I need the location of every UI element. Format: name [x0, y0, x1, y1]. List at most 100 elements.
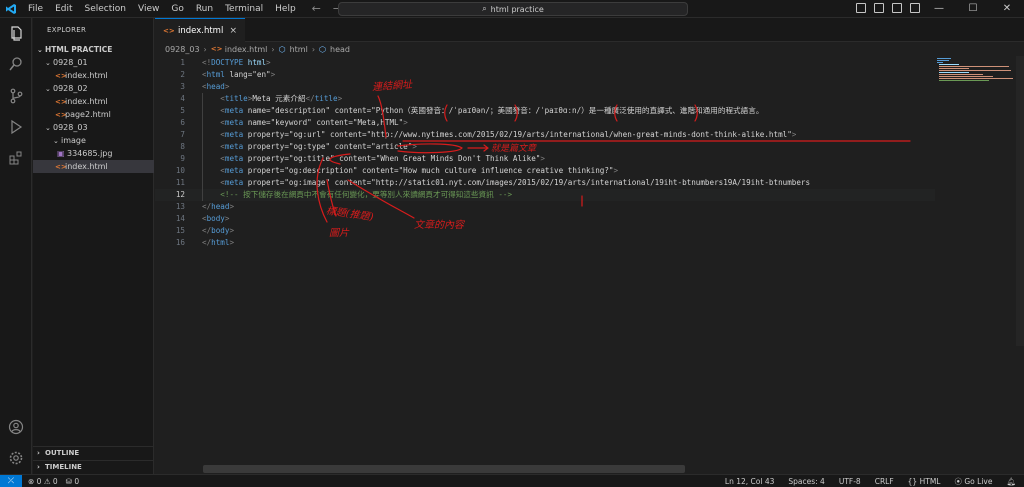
- tree-item-label: 0928_03: [53, 123, 88, 132]
- tree-item-label: image: [61, 136, 86, 145]
- menu-bar: File Edit Selection View Go Run Terminal…: [22, 0, 302, 18]
- search-sidebar-icon[interactable]: [6, 54, 26, 74]
- tree-file[interactable]: ▣ 334685.jpg: [33, 147, 154, 160]
- chevron-right-icon: ›: [311, 44, 316, 54]
- code-text: <head>: [202, 82, 230, 91]
- code-line[interactable]: 2 <html lang="en">: [155, 69, 935, 81]
- menu-view[interactable]: View: [132, 0, 165, 18]
- annotation-description: 文章的內容: [414, 220, 464, 231]
- breadcrumb-file[interactable]: index.html: [225, 45, 268, 54]
- menu-run[interactable]: Run: [190, 0, 219, 18]
- settings-gear-icon[interactable]: [6, 448, 26, 468]
- line-number: 16: [175, 238, 185, 247]
- code-line[interactable]: 10 <meta propert="og:description" conten…: [155, 165, 935, 177]
- tab-index-html[interactable]: <> index.html ×: [155, 18, 245, 42]
- close-button[interactable]: ✕: [990, 0, 1024, 18]
- vertical-scrollbar[interactable]: [1016, 56, 1024, 346]
- code-line[interactable]: 7 <meta property="og:url" content="http:…: [155, 129, 935, 141]
- code-line[interactable]: 16 </html>: [155, 237, 935, 249]
- menu-terminal[interactable]: Terminal: [219, 0, 269, 18]
- close-tab-icon[interactable]: ×: [229, 26, 237, 36]
- problems-status[interactable]: ⊗ 0 ⚠ 0: [28, 477, 58, 486]
- tree-folder[interactable]: ⌄ 0928_01: [33, 56, 154, 69]
- timeline-section[interactable]: › TIMELINE: [33, 460, 154, 473]
- html-file-icon: <>: [55, 163, 67, 171]
- customize-layout-icon[interactable]: [910, 3, 920, 13]
- chevron-right-icon: ›: [37, 463, 40, 471]
- code-text: </body>: [202, 226, 235, 235]
- account-icon[interactable]: [6, 417, 26, 437]
- broadcast-icon: ⦿: [954, 477, 962, 486]
- tree-file-selected[interactable]: <>index.html: [33, 160, 154, 173]
- tree-folder[interactable]: ⌄ 0928_02: [33, 82, 154, 95]
- code-line[interactable]: 5 <meta name="description" content="Pyth…: [155, 105, 935, 117]
- workspace-root[interactable]: ⌄ HTML PRACTICE: [33, 43, 154, 56]
- menu-edit[interactable]: Edit: [49, 0, 78, 18]
- code-line[interactable]: 8 <meta property="og:type" content="arti…: [155, 141, 935, 153]
- chevron-right-icon: ›: [271, 44, 275, 54]
- cursor-position[interactable]: Ln 12, Col 43: [725, 477, 774, 486]
- remote-icon[interactable]: ⤫: [0, 474, 22, 487]
- go-live-button[interactable]: ⦿ Go Live: [954, 476, 992, 487]
- menu-go[interactable]: Go: [165, 0, 189, 18]
- horizontal-scrollbar[interactable]: [203, 465, 685, 473]
- notifications-bell-icon[interactable]: 🔔︎: [1006, 477, 1016, 486]
- source-control-icon[interactable]: [6, 86, 26, 106]
- code-line[interactable]: 4 <title>Meta 元素介紹</title>: [155, 93, 935, 105]
- code-line[interactable]: 11 <meta propert="og:image" content="htt…: [155, 177, 935, 189]
- maximize-button[interactable]: ☐: [956, 0, 990, 18]
- code-line[interactable]: 13 </head>: [155, 201, 935, 213]
- command-center-label: html practice: [490, 4, 544, 14]
- code-line[interactable]: 1 <!DOCTYPE html>: [155, 57, 935, 69]
- command-center[interactable]: ⌕ html practice: [338, 2, 688, 16]
- minimize-button[interactable]: —: [922, 0, 956, 18]
- code-text: <!DOCTYPE html>: [202, 58, 271, 67]
- tree-item-label: index.html: [65, 97, 108, 106]
- tree-folder[interactable]: ⌄ 0928_03: [33, 121, 154, 134]
- code-line[interactable]: 15 </body>: [155, 225, 935, 237]
- tree-file[interactable]: <>index.html: [33, 95, 154, 108]
- code-line[interactable]: 9 <meta property="og:title" content="Whe…: [155, 153, 935, 165]
- code-text: <meta propert="og:image" content="http:/…: [220, 178, 811, 187]
- run-debug-icon[interactable]: [6, 117, 26, 137]
- tree-item-label: 0928_02: [53, 84, 88, 93]
- code-line[interactable]: 14 <body>: [155, 213, 935, 225]
- vscode-logo-icon: [0, 0, 22, 18]
- line-number: 15: [175, 226, 185, 235]
- toggle-sidebar-icon[interactable]: [856, 3, 866, 13]
- encoding[interactable]: UTF-8: [839, 477, 861, 486]
- outline-section[interactable]: › OUTLINE: [33, 446, 154, 459]
- explorer-icon[interactable]: [6, 24, 26, 44]
- timeline-label: TIMELINE: [45, 463, 82, 471]
- code-line[interactable]: 12 <!-- 按下儲存後在網頁中不會有任何變化，要等別人來讀網頁才可得知這些資…: [155, 189, 935, 201]
- code-line[interactable]: 6 <meta name="keyword" content="Meta,HTM…: [155, 117, 935, 129]
- tree-file[interactable]: <>page2.html: [33, 108, 154, 121]
- outline-label: OUTLINE: [45, 449, 80, 457]
- back-arrow-icon[interactable]: ←: [312, 2, 321, 15]
- breadcrumb-folder[interactable]: 0928_03: [165, 45, 200, 54]
- menu-help[interactable]: Help: [269, 0, 302, 18]
- tree-folder[interactable]: ⌄ image: [33, 134, 154, 147]
- ports-status[interactable]: ⛁ 0: [66, 477, 79, 486]
- code-editor[interactable]: 1 <!DOCTYPE html> 2 <html lang="en"> 3 <head>…: [155, 56, 935, 461]
- breadcrumb-head[interactable]: head: [330, 45, 350, 54]
- toggle-secondary-sidebar-icon[interactable]: [892, 3, 902, 13]
- toggle-panel-icon[interactable]: [874, 3, 884, 13]
- go-live-label: Go Live: [964, 477, 993, 486]
- language-mode[interactable]: {} HTML: [908, 477, 941, 486]
- tree-file[interactable]: <>index.html: [33, 69, 154, 82]
- line-ending[interactable]: CRLF: [875, 477, 894, 486]
- minimap[interactable]: [935, 56, 1015, 86]
- extensions-icon[interactable]: [6, 148, 26, 168]
- menu-file[interactable]: File: [22, 0, 49, 18]
- indentation[interactable]: Spaces: 4: [788, 477, 824, 486]
- html-file-icon: <>: [163, 26, 175, 35]
- status-bar: ⤫ ⊗ 0 ⚠ 0 ⛁ 0 Ln 12, Col 43 Spaces: 4 UT…: [0, 474, 1024, 487]
- line-number: 6: [180, 118, 185, 127]
- breadcrumb-html[interactable]: html: [290, 45, 308, 54]
- line-number: 13: [175, 202, 185, 211]
- image-file-icon: ▣: [57, 149, 65, 158]
- code-line[interactable]: 3 <head>: [155, 81, 935, 93]
- menu-selection[interactable]: Selection: [79, 0, 132, 18]
- annotation-type: 就是篇文章: [491, 144, 537, 154]
